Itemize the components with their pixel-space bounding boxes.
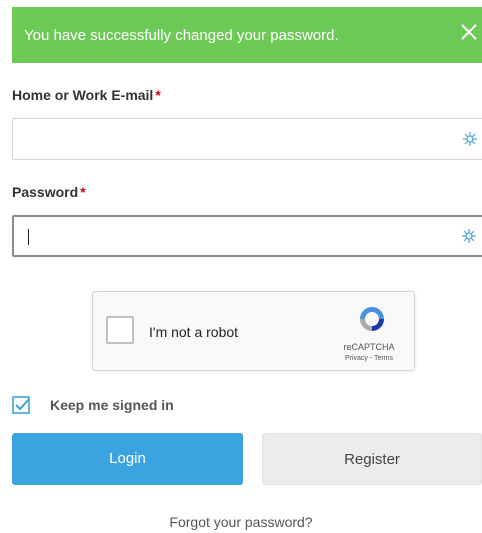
- recaptcha-terms-link[interactable]: Privacy - Terms: [329, 355, 409, 362]
- text-cursor: [28, 229, 29, 245]
- recaptcha-brand: reCAPTCHA: [343, 342, 395, 352]
- password-label: Password *: [12, 184, 86, 200]
- password-input[interactable]: [14, 217, 454, 255]
- key-icon[interactable]: [461, 228, 477, 244]
- success-alert: You have successfully changed your passw…: [12, 7, 482, 63]
- recaptcha-logo-icon: [360, 307, 384, 331]
- required-mark: *: [80, 184, 86, 200]
- keep-signed-in-label: Keep me signed in: [50, 397, 174, 413]
- login-button[interactable]: Login: [12, 433, 243, 485]
- key-icon[interactable]: [462, 131, 478, 147]
- close-icon[interactable]: [458, 21, 480, 43]
- recaptcha-label: I'm not a robot: [149, 324, 239, 340]
- email-input[interactable]: [13, 119, 453, 159]
- required-mark: *: [155, 87, 161, 103]
- password-label-text: Password: [12, 184, 79, 200]
- recaptcha-checkbox[interactable]: [106, 316, 134, 344]
- recaptcha-widget: I'm not a robot reCAPTCHA Privacy - Term…: [92, 291, 415, 371]
- register-button[interactable]: Register: [262, 433, 482, 485]
- alert-message: You have successfully changed your passw…: [24, 27, 339, 44]
- password-field[interactable]: [12, 215, 482, 257]
- email-label-text: Home or Work E-mail: [12, 87, 154, 103]
- checkbox-checked-icon[interactable]: [12, 396, 30, 414]
- email-field[interactable]: [12, 118, 482, 160]
- email-label: Home or Work E-mail *: [12, 87, 161, 103]
- forgot-password-link[interactable]: Forgot your password?: [0, 514, 482, 530]
